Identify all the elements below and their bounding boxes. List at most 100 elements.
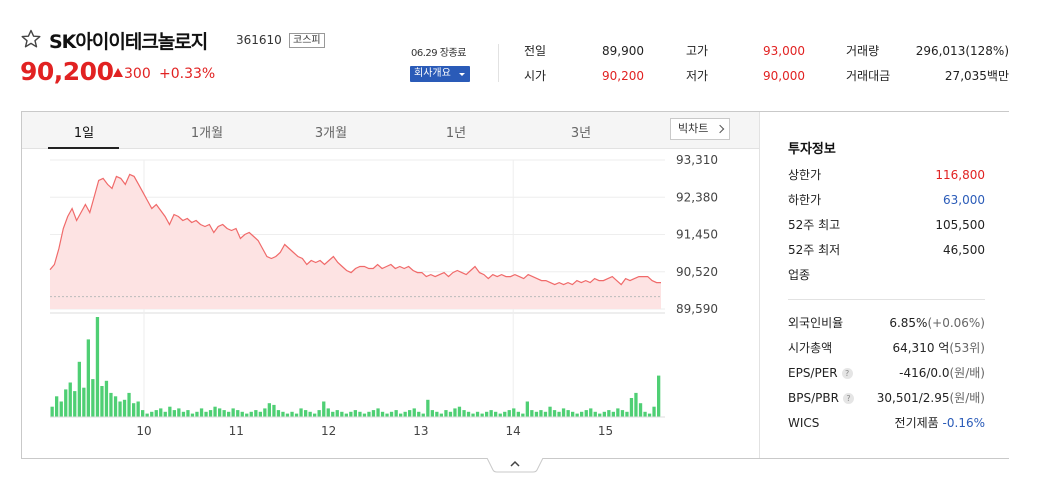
price-area [50, 174, 661, 309]
low-value: 90,000 [763, 69, 805, 83]
stock-name: SK아이이테크놀로지 [49, 31, 208, 53]
volume-bar [122, 399, 127, 417]
wics-sector[interactable]: 전기제품 [895, 416, 939, 430]
volume-bar [195, 411, 199, 417]
investment-info-title: 투자정보 [788, 142, 836, 157]
bps-pbr-unit: (원/배) [949, 391, 986, 405]
company-overview-button[interactable]: 회사개요 [410, 66, 470, 82]
volume-bar [213, 406, 217, 417]
volume-bar [299, 408, 303, 417]
tab-1day[interactable]: 1일 [49, 122, 119, 141]
volume-bar [218, 408, 222, 417]
volume-bar [331, 411, 335, 417]
volume-bar [457, 406, 462, 417]
favorite-star-icon[interactable] [21, 29, 41, 49]
volume-bar [602, 411, 606, 417]
eps-per-row: EPS/PER? -416/0.0(원/배) [788, 365, 985, 381]
volume-bar [571, 411, 575, 417]
52w-high-row: 52주 최고 105,500 [788, 217, 985, 233]
volume-bar [263, 408, 267, 417]
volume-bar [580, 411, 584, 417]
amount-value: 27,035백만 [944, 69, 1009, 83]
open-value: 90,200 [602, 69, 644, 83]
volume-bar [294, 413, 299, 417]
wics-value-group[interactable]: 전기제품 -0.16% [895, 415, 985, 431]
volume-bar [534, 411, 539, 417]
volume-bar [471, 413, 475, 417]
collapse-panel-button[interactable] [487, 458, 543, 473]
market-cap-value-group: 64,310 억(53위) [892, 340, 985, 356]
52w-low-row: 52주 최저 46,500 [788, 242, 985, 258]
bps-pbr-row: BPS/PBR? 30,501/2.95(원/배) [788, 390, 985, 406]
wics-row: WICS 전기제품 -0.16% [788, 415, 985, 431]
volume-bar [267, 403, 271, 417]
closing-date: 06.29 장종료 [411, 48, 466, 59]
help-icon[interactable]: ? [842, 393, 854, 404]
upper-limit-label: 상한가 [788, 168, 822, 182]
volume-bar [285, 413, 290, 417]
volume-bar [376, 408, 380, 417]
foreign-ratio-change: (+0.06%) [927, 316, 985, 330]
volume-bar [272, 404, 276, 417]
volume-bar [598, 413, 602, 417]
prev-close-value: 89,900 [602, 44, 644, 58]
prev-close-label: 전일 [524, 44, 547, 58]
volume-bar [444, 410, 448, 417]
header-divider [498, 44, 499, 82]
volume-bar [412, 408, 416, 417]
volume-bar [145, 413, 149, 417]
big-chart-button[interactable]: 빅차트 [670, 118, 730, 140]
volume-bar [521, 413, 525, 417]
help-icon[interactable]: ? [841, 368, 853, 379]
volume-value: 296,013(128%) [915, 44, 1009, 58]
52w-low-value: 46,500 [943, 243, 985, 257]
volume-bar [163, 411, 167, 417]
volume-bar [132, 403, 136, 417]
chart-panel: 1일 1개월 3개월 1년 3년 빅차트 93,310 92,380 91,450 9… [21, 111, 1009, 459]
volume-bar [150, 411, 154, 417]
volume-bar [82, 387, 86, 417]
volume-bar [304, 410, 308, 417]
tab-3year[interactable]: 3년 [546, 122, 616, 141]
volume-bar [462, 410, 466, 417]
volume-bar [503, 411, 507, 417]
volume-bar [68, 382, 72, 417]
volume-bar [625, 411, 629, 417]
tab-3month[interactable]: 3개월 [296, 122, 366, 141]
volume-bar [168, 406, 172, 417]
volume-bar [480, 413, 484, 417]
volume-bar [394, 410, 398, 417]
volume-bar [313, 413, 317, 417]
volume-bar [607, 410, 611, 417]
volume-bar [561, 408, 566, 417]
volume-bar [539, 410, 543, 417]
tab-1month[interactable]: 1개월 [172, 122, 242, 141]
foreign-ratio-row: 외국인비율 6.85%(+0.06%) [788, 315, 985, 331]
market-cap-label: 시가총액 [788, 341, 833, 355]
volume-bar [525, 401, 529, 417]
volume-bar [575, 413, 579, 417]
foreign-ratio-value: 6.85% [889, 316, 928, 330]
period-tabs [22, 112, 759, 149]
volume-bar [403, 411, 407, 417]
volume-bar [245, 413, 249, 417]
x-tick-label: 14 [506, 424, 521, 438]
y-tick-label: 91,450 [676, 228, 718, 242]
tab-1year[interactable]: 1년 [421, 122, 491, 141]
volume-bar [136, 401, 140, 417]
volume-bar [208, 410, 213, 417]
volume-bar [466, 411, 471, 417]
volume-bar [435, 411, 439, 417]
amount-label: 거래대금 [846, 69, 891, 83]
y-tick-label: 90,520 [676, 265, 718, 279]
volume-bar [141, 410, 145, 417]
upper-limit-value: 116,800 [935, 168, 985, 182]
y-tick-label: 92,380 [676, 190, 718, 204]
volume-bar [485, 411, 489, 417]
bps-pbr-value: 30,501/2.95 [876, 391, 950, 405]
52w-high-label: 52주 최고 [788, 218, 841, 232]
volume-bar [543, 411, 548, 417]
volume-bar [64, 389, 68, 417]
industry-label: 업종 [788, 268, 811, 282]
high-value: 93,000 [763, 44, 805, 58]
